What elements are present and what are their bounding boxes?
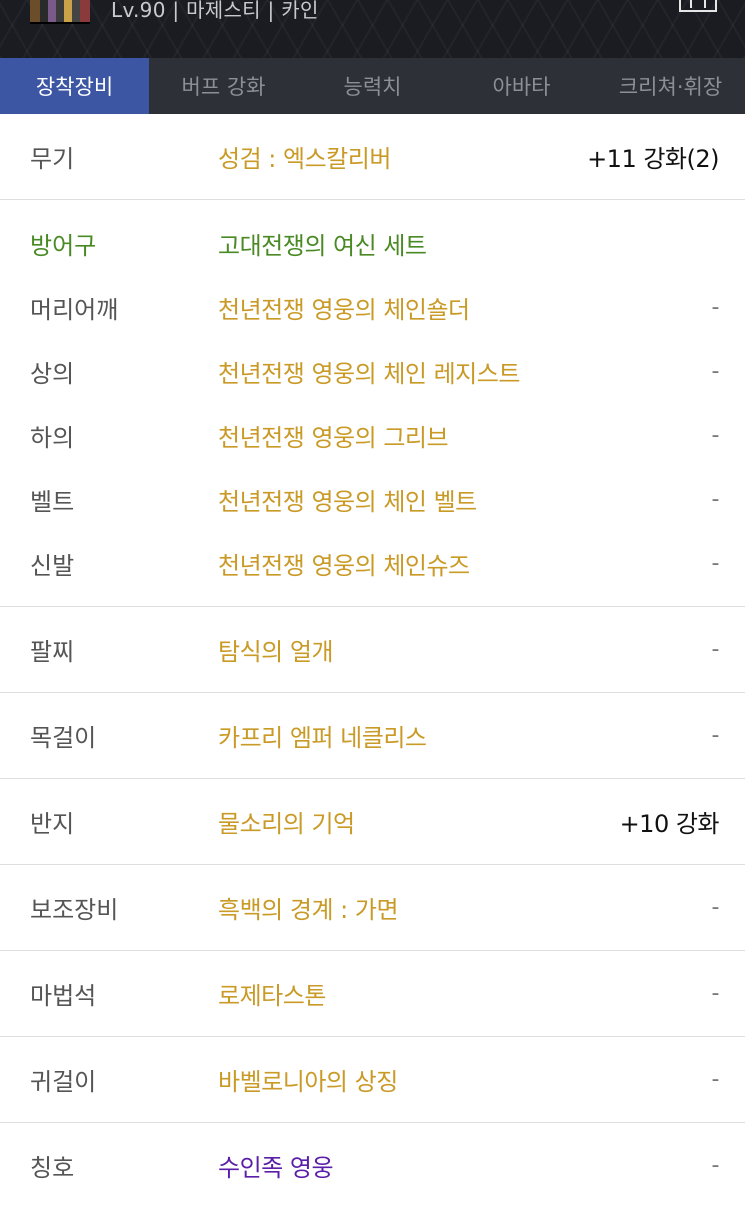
item-name: 천년전쟁 영웅의 체인슈즈 bbox=[218, 551, 470, 580]
slot-label: 머리어깨 bbox=[30, 295, 119, 324]
enhance-value: - bbox=[711, 637, 720, 662]
tab-bar: 장착장비 버프 강화 능력치 아바타 크리쳐·휘장 bbox=[0, 58, 745, 114]
enhance-value: - bbox=[711, 1067, 720, 1092]
enhance-value: - bbox=[711, 422, 720, 448]
equipment-row-necklace[interactable]: 목걸이 카프리 엠퍼 네클리스 - bbox=[0, 693, 745, 778]
equipment-row-bottom[interactable]: 하의 천년전쟁 영웅의 그리브 - bbox=[0, 403, 745, 467]
tab-buff-enhance[interactable]: 버프 강화 bbox=[149, 58, 298, 114]
enhance-value: - bbox=[711, 723, 720, 748]
slot-label: 반지 bbox=[30, 810, 75, 838]
slot-label: 하의 bbox=[30, 423, 75, 452]
item-name: 로제타스톤 bbox=[218, 982, 326, 1010]
tab-stats[interactable]: 능력치 bbox=[298, 58, 447, 114]
slot-label: 보조장비 bbox=[30, 896, 119, 924]
slot-label: 방어구 bbox=[30, 231, 97, 260]
character-thumbnail bbox=[30, 0, 90, 24]
slot-label: 신발 bbox=[30, 551, 75, 580]
slot-label: 귀걸이 bbox=[30, 1068, 97, 1096]
equipment-row-magic-stone[interactable]: 마법석 로제타스톤 - bbox=[0, 951, 745, 1036]
item-name: 수인족 영웅 bbox=[218, 1154, 334, 1182]
enhance-value: - bbox=[711, 1153, 720, 1178]
tab-creature-emblem[interactable]: 크리쳐·휘장 bbox=[596, 58, 745, 114]
item-name: 천년전쟁 영웅의 체인 레지스트 bbox=[218, 359, 520, 388]
tab-equipment[interactable]: 장착장비 bbox=[0, 58, 149, 114]
sub-weapon-section: 보조장비 흑백의 경계 : 가면 - bbox=[0, 865, 745, 951]
weapon-section: 무기 성검 : 엑스칼리버 +11 강화(2) bbox=[0, 114, 745, 200]
item-name: 성검 : 엑스칼리버 bbox=[218, 145, 391, 173]
item-name: 바벨로니아의 상징 bbox=[218, 1068, 398, 1096]
tab-avatar[interactable]: 아바타 bbox=[447, 58, 596, 114]
item-name: 천년전쟁 영웅의 그리브 bbox=[218, 423, 449, 452]
armor-set-row[interactable]: 방어구 고대전쟁의 여신 세트 bbox=[0, 211, 745, 275]
slot-label: 칭호 bbox=[30, 1154, 75, 1182]
enhance-value: - bbox=[711, 981, 720, 1006]
equipment-row-sub-weapon[interactable]: 보조장비 흑백의 경계 : 가면 - bbox=[0, 865, 745, 950]
item-name: 탐식의 얼개 bbox=[218, 638, 334, 666]
equipment-row-weapon[interactable]: 무기 성검 : 엑스칼리버 +11 강화(2) bbox=[0, 114, 745, 199]
slot-label: 마법석 bbox=[30, 982, 97, 1010]
equipment-row-shoes[interactable]: 신발 천년전쟁 영웅의 체인슈즈 - bbox=[0, 531, 745, 595]
necklace-section: 목걸이 카프리 엠퍼 네클리스 - bbox=[0, 693, 745, 779]
equipment-row-top[interactable]: 상의 천년전쟁 영웅의 체인 레지스트 - bbox=[0, 339, 745, 403]
enhance-value: - bbox=[711, 358, 720, 384]
equipment-row-ring[interactable]: 반지 물소리의 기억 +10 강화 bbox=[0, 779, 745, 864]
item-name: 물소리의 기억 bbox=[218, 810, 355, 838]
equipment-row-earring[interactable]: 귀걸이 바벨로니아의 상징 - bbox=[0, 1037, 745, 1122]
earring-section: 귀걸이 바벨로니아의 상징 - bbox=[0, 1037, 745, 1123]
set-name: 고대전쟁의 여신 세트 bbox=[218, 231, 427, 260]
enhance-value: - bbox=[711, 486, 720, 512]
item-name: 카프리 엠퍼 네클리스 bbox=[218, 724, 427, 752]
slot-label: 무기 bbox=[30, 145, 75, 173]
slot-label: 벨트 bbox=[30, 487, 75, 516]
item-name: 천년전쟁 영웅의 체인 벨트 bbox=[218, 487, 477, 516]
equipment-row-belt[interactable]: 벨트 천년전쟁 영웅의 체인 벨트 - bbox=[0, 467, 745, 531]
enhance-value: - bbox=[711, 294, 720, 320]
equipment-row-bracelet[interactable]: 팔찌 탐식의 얼개 - bbox=[0, 607, 745, 692]
enhance-value: - bbox=[711, 895, 720, 920]
ring-section: 반지 물소리의 기억 +10 강화 bbox=[0, 779, 745, 865]
character-header: Lv.90 | 마제스티 | 카인 bbox=[0, 0, 745, 58]
slot-label: 상의 bbox=[30, 359, 75, 388]
enhance-value: - bbox=[711, 550, 720, 576]
bracelet-section: 팔찌 탐식의 얼개 - bbox=[0, 607, 745, 693]
menu-icon[interactable] bbox=[679, 0, 717, 12]
armor-section: 방어구 고대전쟁의 여신 세트 머리어깨 천년전쟁 영웅의 체인숄더 - 상의 … bbox=[0, 200, 745, 607]
equipment-row-title[interactable]: 칭호 수인족 영웅 - bbox=[0, 1123, 745, 1208]
enhance-value: +11 강화(2) bbox=[587, 145, 719, 173]
slot-label: 목걸이 bbox=[30, 724, 97, 752]
character-info: Lv.90 | 마제스티 | 카인 bbox=[111, 0, 319, 22]
enhance-value: +10 강화 bbox=[619, 810, 720, 838]
item-name: 흑백의 경계 : 가면 bbox=[218, 896, 399, 924]
equipment-row-shoulder[interactable]: 머리어깨 천년전쟁 영웅의 체인숄더 - bbox=[0, 275, 745, 339]
magic-stone-section: 마법석 로제타스톤 - bbox=[0, 951, 745, 1037]
title-section: 칭호 수인족 영웅 - bbox=[0, 1123, 745, 1208]
item-name: 천년전쟁 영웅의 체인숄더 bbox=[218, 295, 470, 324]
slot-label: 팔찌 bbox=[30, 638, 75, 666]
